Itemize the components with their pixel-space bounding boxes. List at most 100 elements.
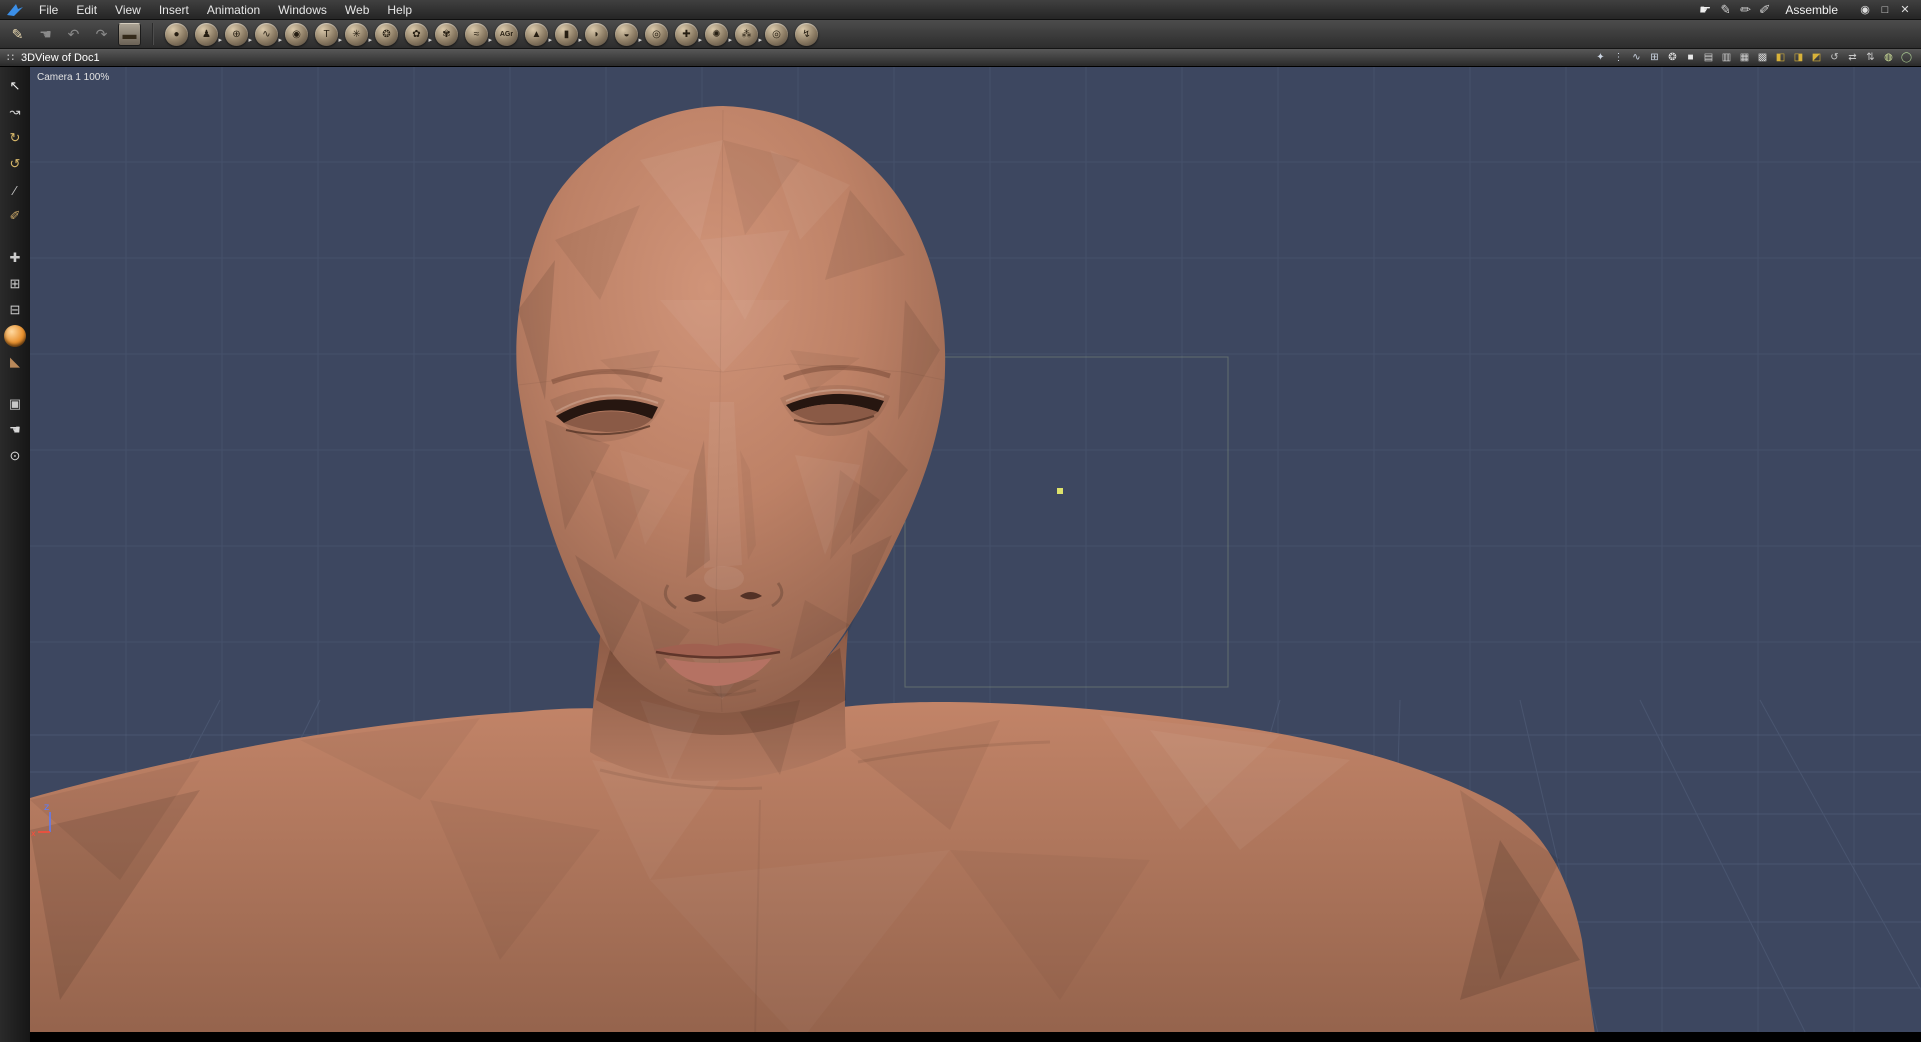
layout-single-icon[interactable]: ■ [1683,50,1698,65]
menu-web[interactable]: Web [336,0,378,20]
model-room-icon[interactable]: ✎ [1718,2,1732,18]
rotate-tool-icon[interactable]: ↻ [4,127,26,149]
swarm-icon-dropdown[interactable]: ▸ [758,36,762,44]
cloth-icon[interactable]: ◒ ▸ [615,22,642,46]
layout-three-pane-icon[interactable]: ▦ [1737,50,1752,65]
layout-two-vertical-icon[interactable]: ▥ [1719,50,1734,65]
wire-globe-icon[interactable]: ❂ [1665,50,1680,65]
maximize-button[interactable]: □ [1877,3,1893,16]
camera-tool-icon[interactable]: ▣ [4,393,26,415]
figure-icon[interactable]: ♟ ▸ [195,22,222,46]
menu-animation[interactable]: Animation [198,0,269,20]
shell-icon[interactable]: ◗ [585,22,608,46]
shade-gouraud-icon[interactable]: ◨ [1791,50,1806,65]
particles-icon[interactable]: ✺ ▸ [705,22,732,46]
viewport-canvas[interactable]: z x [30,67,1921,1042]
needle-tool-icon[interactable]: ∕ [4,179,26,201]
ocean-icon[interactable]: ≈ ▸ [465,22,492,46]
paint-roller-icon[interactable]: ▬ [118,22,141,46]
selection-handle[interactable] [1057,488,1063,494]
particle-emitter-icon-dropdown[interactable]: ▸ [578,36,582,44]
shade-textured-icon[interactable]: ◩ [1809,50,1824,65]
layout-single-icon: ■ [1687,52,1694,63]
gear-object-icon: ✳ [352,28,361,40]
needle-icon[interactable]: ✚ ▸ [675,22,702,46]
figure-icon-dropdown[interactable]: ▸ [218,36,222,44]
ring-sphere-icon[interactable]: ◎ [645,22,668,46]
wire-sphere-icon[interactable]: ◯ [1899,50,1914,65]
particle-emitter-icon[interactable]: ▮ ▸ [555,22,582,46]
shaded-sphere-icon[interactable] [4,325,26,347]
menu-windows[interactable]: Windows [269,0,336,20]
cone-tool-icon[interactable]: ◣ [4,351,26,373]
vertex-object-icon[interactable]: ● [165,22,188,46]
text-object-icon-dropdown[interactable]: ▸ [338,36,342,44]
ocean-icon-dropdown[interactable]: ▸ [488,36,492,44]
preview-sphere-icon[interactable]: ◍ [1881,50,1896,65]
pan-tool-icon[interactable]: ☚ [4,419,26,441]
layout-two-horizontal-icon[interactable]: ▤ [1701,50,1716,65]
primitive-strip: ● ♟ ▸ ⊕ ▸ ∿ ▸ ◉ T ▸ ✳ ▸ ❂ ✿ ▸ ✾ ≈ ▸ AGr ▲ ▸ ▮ ▸ ◗ ◒ ▸ ◎ ✚ ▸ ✺ ▸ ⁂ ▸ ◎ ↯ [165,22,818,46]
scene-info-icon[interactable]: ⋮ [1611,50,1626,65]
wand-icon[interactable]: ↯ [795,22,818,46]
motion-blur-icon[interactable]: ∿ [1629,50,1644,65]
needle-icon-dropdown[interactable]: ▸ [698,36,702,44]
shade-flat-icon[interactable]: ◧ [1773,50,1788,65]
bezier-select-tool-icon[interactable]: ↝ [4,101,26,123]
swarm-icon[interactable]: ⁂ ▸ [735,22,762,46]
text-object-icon[interactable]: T ▸ [315,22,342,46]
target-helper-icon: ◎ [772,28,781,40]
menu-edit[interactable]: Edit [67,0,106,20]
display-quality-icon[interactable]: ✦ [1593,50,1608,65]
agr-icon[interactable]: AGr [495,22,518,46]
render-room-icon[interactable]: ✐ [1758,2,1771,18]
pan-view-icon[interactable]: ⇄ [1845,50,1860,65]
spline-object-icon-dropdown[interactable]: ▸ [278,36,282,44]
rock-object-icon[interactable]: ❂ [375,22,398,46]
uniform-scale-tool-icon: ⊟ [9,302,21,317]
menu-file[interactable]: File [30,0,67,20]
uniform-scale-tool-icon[interactable]: ⊟ [4,299,26,321]
viewport-menu-icon[interactable]: ∷ [7,51,14,64]
plant-icon[interactable]: ✿ ▸ [405,22,432,46]
tree-icon[interactable]: ✾ [435,22,458,46]
cone-tool-icon: ◣ [10,354,20,369]
layout-two-vertical-icon: ▥ [1721,52,1732,63]
orbit-tool-icon[interactable]: ↺ [4,153,26,175]
zoom-tool-icon[interactable]: ⊙ [4,445,26,467]
bounding-box-toggle-icon[interactable]: ⊞ [1647,50,1662,65]
geodesic-sphere-icon-dropdown[interactable]: ▸ [248,36,252,44]
pencil-tool-icon[interactable]: ✎ [6,23,29,46]
metaball-icon[interactable]: ◉ [285,22,308,46]
layout-four-pane-icon[interactable]: ▩ [1755,50,1770,65]
particles-icon-dropdown[interactable]: ▸ [728,36,732,44]
plant-icon-dropdown[interactable]: ▸ [428,36,432,44]
geodesic-sphere-icon[interactable]: ⊕ ▸ [225,22,252,46]
menu-insert[interactable]: Insert [150,0,198,20]
menu-view[interactable]: View [106,0,150,20]
target-helper-icon[interactable]: ◎ [765,22,788,46]
dolly-view-icon[interactable]: ⇅ [1863,50,1878,65]
wire-globe-icon: ❂ [1668,52,1677,63]
dropper-tool-icon[interactable]: ✐ [4,205,26,227]
gear-object-icon[interactable]: ✳ ▸ [345,22,372,46]
menu-help[interactable]: Help [378,0,421,20]
select-tool-icon[interactable]: ↖ [4,75,26,97]
texture-room-icon[interactable]: ✏ [1738,2,1752,18]
viewport[interactable]: Camera 1 100% z x [30,67,1921,1042]
spline-object-icon[interactable]: ∿ ▸ [255,22,282,46]
gear-object-icon-dropdown[interactable]: ▸ [368,36,372,44]
redo-icon[interactable]: ↷ [90,23,113,46]
rotate-view-icon[interactable]: ↺ [1827,50,1842,65]
move-tool-icon[interactable]: ✚ [4,247,26,269]
motion-blur-icon: ∿ [1632,52,1641,63]
terrain-icon-dropdown[interactable]: ▸ [548,36,552,44]
terrain-icon[interactable]: ▲ ▸ [525,22,552,46]
undo-icon[interactable]: ↶ [62,23,85,46]
scale-tool-icon[interactable]: ⊞ [4,273,26,295]
close-button[interactable]: ✕ [1897,3,1913,16]
eye-icon[interactable]: ◉ [1857,3,1873,16]
cloth-icon-dropdown[interactable]: ▸ [638,36,642,44]
assemble-room-icon[interactable]: ☛ [1698,2,1712,18]
pan-hand-icon[interactable]: ☚ [34,23,57,46]
